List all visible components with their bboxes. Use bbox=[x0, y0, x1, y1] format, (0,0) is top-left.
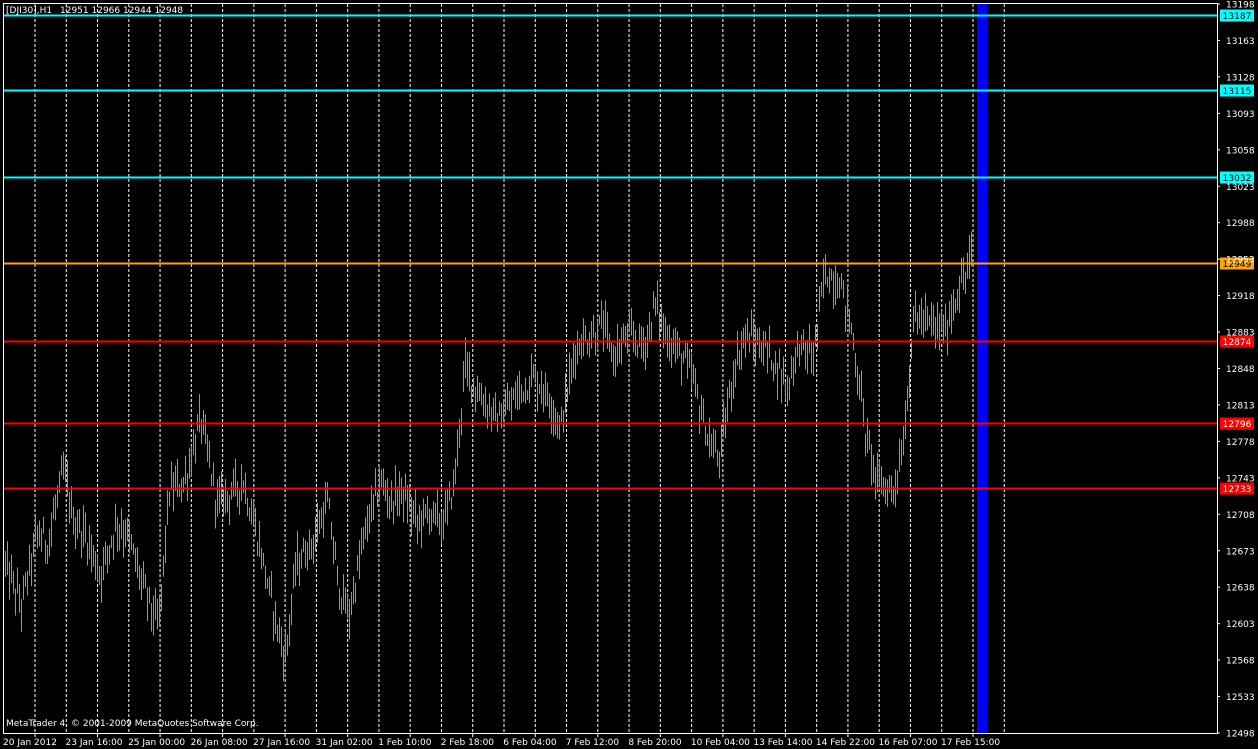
x-tick-label-3: 26 Jan 08:00 bbox=[191, 738, 248, 748]
y-tick-label-20: 12498 bbox=[1226, 730, 1255, 740]
y-tick-label-2: 13128 bbox=[1226, 73, 1255, 83]
x-tick-label-12: 13 Feb 14:00 bbox=[753, 738, 812, 748]
current-bar-band bbox=[977, 4, 987, 733]
y-tick-label-9: 12883 bbox=[1226, 329, 1255, 339]
level-label-5: 12796 bbox=[1223, 420, 1252, 430]
x-tick-label-1: 23 Jan 16:00 bbox=[66, 738, 123, 748]
y-tick-label-12: 12778 bbox=[1226, 438, 1255, 448]
x-tick-label-4: 27 Jan 16:00 bbox=[253, 738, 310, 748]
y-tick-label-8: 12918 bbox=[1226, 292, 1255, 302]
y-tick-label-15: 12673 bbox=[1226, 547, 1255, 557]
x-tick-label-7: 2 Feb 18:00 bbox=[441, 738, 495, 748]
x-tick-label-10: 8 Feb 20:00 bbox=[628, 738, 682, 748]
level-label-6: 12733 bbox=[1223, 485, 1252, 495]
x-tick-label-14: 16 Feb 07:00 bbox=[878, 738, 937, 748]
x-tick-label-11: 10 Feb 04:00 bbox=[691, 738, 750, 748]
x-tick-label-13: 14 Feb 22:00 bbox=[816, 738, 875, 748]
y-tick-label-5: 13023 bbox=[1226, 183, 1255, 193]
y-tick-label-11: 12813 bbox=[1226, 401, 1255, 411]
y-tick-label-18: 12568 bbox=[1226, 657, 1255, 667]
current-bar-marker bbox=[977, 4, 987, 733]
x-tick-label-8: 6 Feb 04:00 bbox=[503, 738, 557, 748]
x-tick-label-5: 31 Jan 02:00 bbox=[316, 738, 373, 748]
copyright-text: MetaTrader 4, © 2001-2009 MetaQuotes Sof… bbox=[6, 719, 259, 729]
x-tick-label-0: 20 Jan 2012 bbox=[3, 738, 57, 748]
y-tick-label-16: 12638 bbox=[1226, 584, 1255, 594]
y-tick-label-14: 12708 bbox=[1226, 511, 1255, 521]
x-tick-label-9: 7 Feb 12:00 bbox=[566, 738, 620, 748]
x-tick-label-2: 25 Jan 00:00 bbox=[128, 738, 185, 748]
x-tick-label-15: 17 Feb 15:00 bbox=[941, 738, 1000, 748]
y-tick-label-10: 12848 bbox=[1226, 365, 1255, 375]
y-tick-label-1: 13163 bbox=[1226, 37, 1255, 47]
level-label-4: 12874 bbox=[1223, 338, 1252, 348]
y-tick-label-6: 12988 bbox=[1226, 219, 1255, 229]
y-tick-label-3: 13093 bbox=[1226, 110, 1255, 120]
y-tick-label-13: 12743 bbox=[1226, 474, 1255, 484]
y-tick-label-4: 13058 bbox=[1226, 146, 1255, 156]
y-tick-label-0: 13198 bbox=[1226, 1, 1255, 11]
level-label-1: 13115 bbox=[1223, 87, 1252, 97]
ohlc-readout: 12951 12966 12944 12948 bbox=[60, 6, 183, 16]
x-tick-label-6: 1 Feb 10:00 bbox=[378, 738, 432, 748]
y-tick-label-19: 12533 bbox=[1226, 693, 1255, 703]
y-tick-label-7: 12953 bbox=[1226, 256, 1255, 266]
level-label-0: 13187 bbox=[1223, 12, 1252, 22]
y-tick-label-17: 12603 bbox=[1226, 620, 1255, 630]
price-chart: 13187131151303212949128741279612733 1319… bbox=[0, 0, 1258, 749]
symbol-label: [DJI30],H1 bbox=[6, 6, 52, 16]
